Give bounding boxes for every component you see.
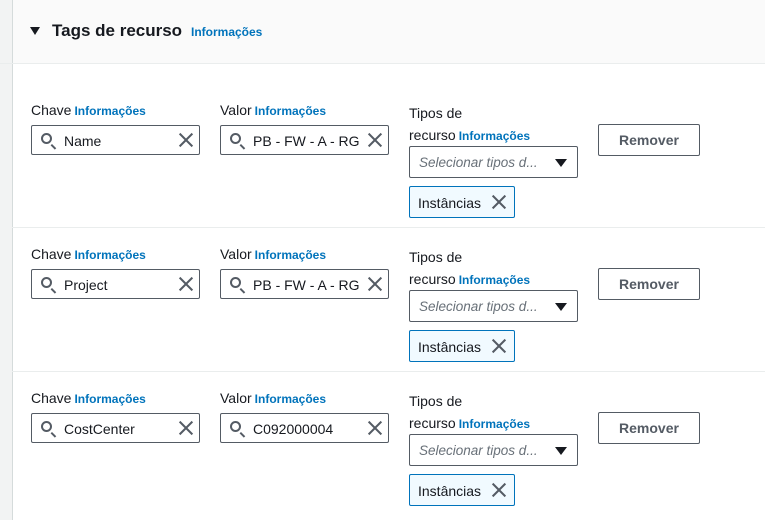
collapse-caret-icon[interactable]	[30, 27, 40, 35]
search-icon	[230, 277, 241, 288]
select-placeholder: Selecionar tipos d...	[419, 299, 538, 314]
value-info-link[interactable]: Informações	[255, 248, 326, 262]
value-input[interactable]: PB - FW - A - RG	[220, 125, 389, 155]
section-title: Tags de recurso	[52, 21, 183, 40]
tag-row: Chave Informações Valor Informações Tipos …	[0, 207, 765, 362]
key-input-value: CostCenter	[64, 421, 135, 437]
key-info-link[interactable]: Informações	[74, 392, 145, 406]
dropdown-arrow-icon	[555, 303, 567, 311]
resource-type-token: Instâncias	[409, 474, 515, 506]
value-input[interactable]: C092000004	[220, 413, 389, 443]
key-input-value: Name	[64, 133, 102, 149]
key-label: Chave Informações	[31, 102, 146, 118]
clear-key-icon[interactable]	[179, 421, 193, 435]
resource-types-label: Tipos de recurso Informações	[409, 393, 531, 431]
clear-value-icon[interactable]	[368, 277, 382, 291]
dropdown-arrow-icon	[555, 159, 567, 167]
clear-key-icon[interactable]	[179, 277, 193, 291]
value-input-value: C092000004	[253, 421, 334, 437]
remove-token-icon[interactable]	[492, 483, 506, 497]
value-label: Valor Informações	[220, 390, 327, 406]
remove-button[interactable]: Remover	[598, 124, 700, 156]
search-icon	[230, 421, 241, 432]
search-icon	[41, 277, 52, 288]
value-label: Valor Informações	[220, 246, 327, 262]
key-info-link[interactable]: Informações	[74, 248, 145, 262]
select-placeholder: Selecionar tipos d...	[419, 155, 538, 170]
clear-key-icon[interactable]	[179, 133, 193, 147]
remove-button[interactable]: Remover	[598, 412, 700, 444]
resource-types-label: Tipos de recurso Informações	[409, 105, 531, 143]
token-label: Instâncias	[418, 483, 482, 499]
resource-types-select[interactable]: Selecionar tipos d...	[409, 146, 578, 178]
value-input-value: PB - FW - A - RG	[253, 133, 360, 149]
search-icon	[230, 133, 241, 144]
value-info-link[interactable]: Informações	[255, 392, 326, 406]
select-placeholder: Selecionar tipos d...	[419, 443, 538, 458]
value-input[interactable]: PB - FW - A - RG	[220, 269, 389, 299]
key-input[interactable]: Name	[31, 125, 200, 155]
resource-types-select[interactable]: Selecionar tipos d...	[409, 434, 578, 466]
key-input[interactable]: CostCenter	[31, 413, 200, 443]
value-label: Valor Informações	[220, 102, 327, 118]
key-label: Chave Informações	[31, 246, 146, 262]
value-info-link[interactable]: Informações	[255, 104, 326, 118]
remove-button[interactable]: Remover	[598, 268, 700, 300]
resource-types-info-link[interactable]: Informações	[459, 273, 530, 287]
key-label: Chave Informações	[31, 390, 146, 406]
key-input[interactable]: Project	[31, 269, 200, 299]
dropdown-arrow-icon	[555, 447, 567, 455]
resource-types-info-link[interactable]: Informações	[459, 129, 530, 143]
value-input-value: PB - FW - A - RG	[253, 277, 360, 293]
clear-value-icon[interactable]	[368, 133, 382, 147]
clear-value-icon[interactable]	[368, 421, 382, 435]
resource-types-info-link[interactable]: Informações	[459, 417, 530, 431]
resource-types-select[interactable]: Selecionar tipos d...	[409, 290, 578, 322]
tag-row: Chave Informações Valor Informações Tipos …	[0, 351, 765, 506]
search-icon	[41, 133, 52, 144]
section-info-link[interactable]: Informações	[191, 25, 262, 39]
section-header: Tags de recurso Informações	[0, 0, 765, 64]
key-info-link[interactable]: Informações	[74, 104, 145, 118]
search-icon	[41, 421, 52, 432]
tag-row: Chave Informações Valor Informações Tipos …	[0, 63, 765, 218]
resource-types-label: Tipos de recurso Informações	[409, 249, 531, 287]
key-input-value: Project	[64, 277, 108, 293]
